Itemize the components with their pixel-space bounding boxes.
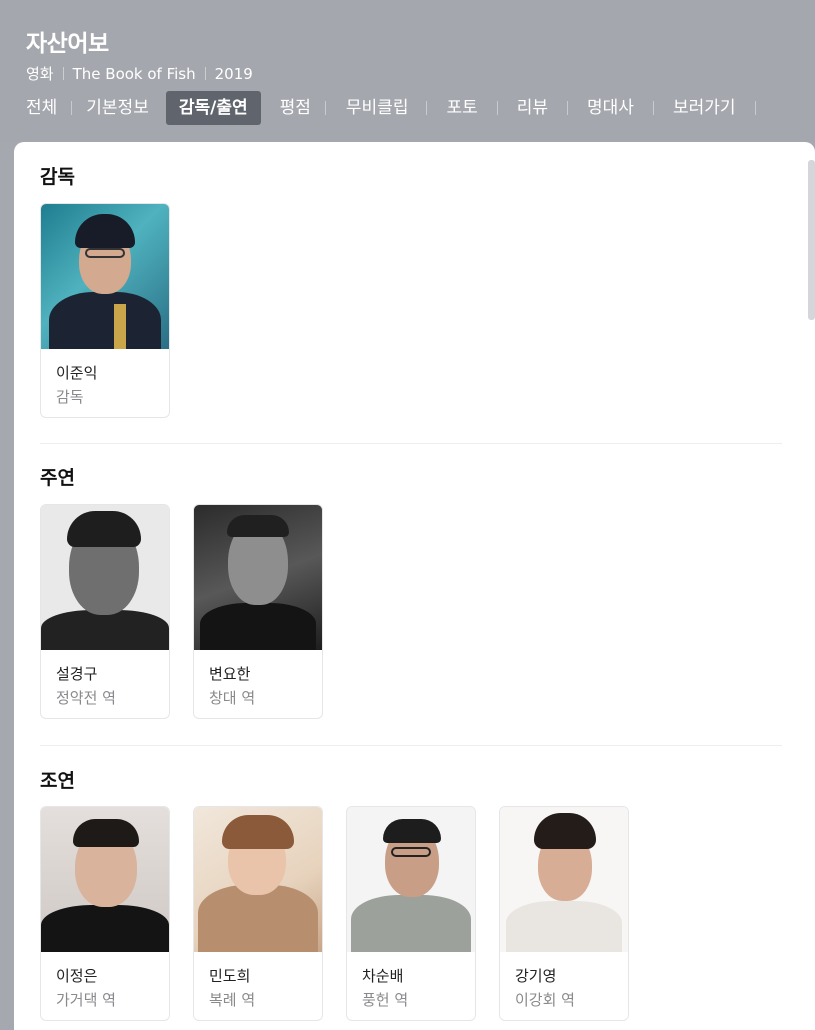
page-title: 자산어보: [26, 31, 109, 57]
tab-review[interactable]: 리뷰: [499, 91, 566, 125]
tab-divider: [567, 101, 569, 115]
meta-english-title: The Book of Fish: [72, 64, 196, 83]
tab-divider: [652, 101, 654, 115]
person-photo: [41, 807, 169, 952]
tab-divider: [426, 101, 428, 115]
person-card[interactable]: 변요한 창대 역: [193, 504, 323, 719]
person-name: 변요한: [209, 665, 251, 683]
tab-divider: [754, 101, 756, 115]
person-role: 가거댁 역: [56, 991, 116, 1009]
person-card[interactable]: 이정은 가거댁 역: [40, 806, 170, 1021]
person-name: 이정은: [56, 967, 98, 985]
person-photo: [194, 505, 322, 650]
tab-movie-clip[interactable]: 무비클립: [327, 91, 426, 125]
tab-basic-info[interactable]: 기본정보: [73, 91, 162, 125]
person-name: 차순배: [362, 967, 404, 985]
tab-bar: 전체 기본정보 감독/출연 평점 무비클립 포토 리뷰 명대사 보러가기: [0, 91, 757, 125]
tab-divider: [71, 101, 73, 115]
person-photo: [194, 807, 322, 952]
scrollbar[interactable]: [808, 160, 815, 320]
person-name: 이준익: [56, 364, 98, 382]
person-card[interactable]: 설경구 정약전 역: [40, 504, 170, 719]
tab-rating[interactable]: 평점: [265, 91, 324, 125]
person-photo: [500, 807, 628, 952]
tab-divider: [496, 101, 498, 115]
section-title-supporting: 조연: [40, 770, 75, 792]
section-divider: [40, 443, 782, 444]
movie-meta: 영화 The Book of Fish 2019: [26, 63, 253, 84]
meta-genre: 영화: [26, 65, 54, 83]
tab-watch[interactable]: 보러가기: [655, 91, 754, 125]
tab-all[interactable]: 전체: [0, 91, 70, 125]
person-role: 이강회 역: [515, 991, 575, 1009]
tab-cast[interactable]: 감독/출연: [165, 91, 261, 125]
meta-year: 2019: [214, 64, 253, 83]
section-divider: [40, 745, 782, 746]
tab-divider: [324, 101, 326, 115]
person-role: 감독: [56, 388, 84, 406]
section-title-director: 감독: [40, 166, 75, 188]
tab-quotes[interactable]: 명대사: [569, 91, 652, 125]
person-name: 설경구: [56, 665, 98, 683]
person-role: 풍헌 역: [362, 991, 409, 1009]
person-photo: [41, 204, 169, 349]
person-card[interactable]: 민도희 복례 역: [193, 806, 323, 1021]
person-photo: [347, 807, 475, 952]
person-photo: [41, 505, 169, 650]
person-role: 창대 역: [209, 689, 256, 707]
person-role: 복례 역: [209, 991, 256, 1009]
more-options-icon[interactable]: ⋮: [810, 30, 815, 52]
title-header: 자산어보 ⋮ 영화 The Book of Fish 2019 전체 기본정보 …: [0, 0, 815, 142]
person-name: 민도희: [209, 967, 251, 985]
section-title-lead: 주연: [40, 467, 75, 489]
person-card[interactable]: 이준익 감독: [40, 203, 170, 418]
person-card[interactable]: 강기영 이강회 역: [499, 806, 629, 1021]
meta-divider: [204, 67, 206, 80]
person-role: 정약전 역: [56, 689, 116, 707]
tab-photo[interactable]: 포토: [428, 91, 495, 125]
meta-divider: [62, 67, 64, 80]
person-name: 강기영: [515, 967, 557, 985]
person-card[interactable]: 차순배 풍헌 역: [346, 806, 476, 1021]
